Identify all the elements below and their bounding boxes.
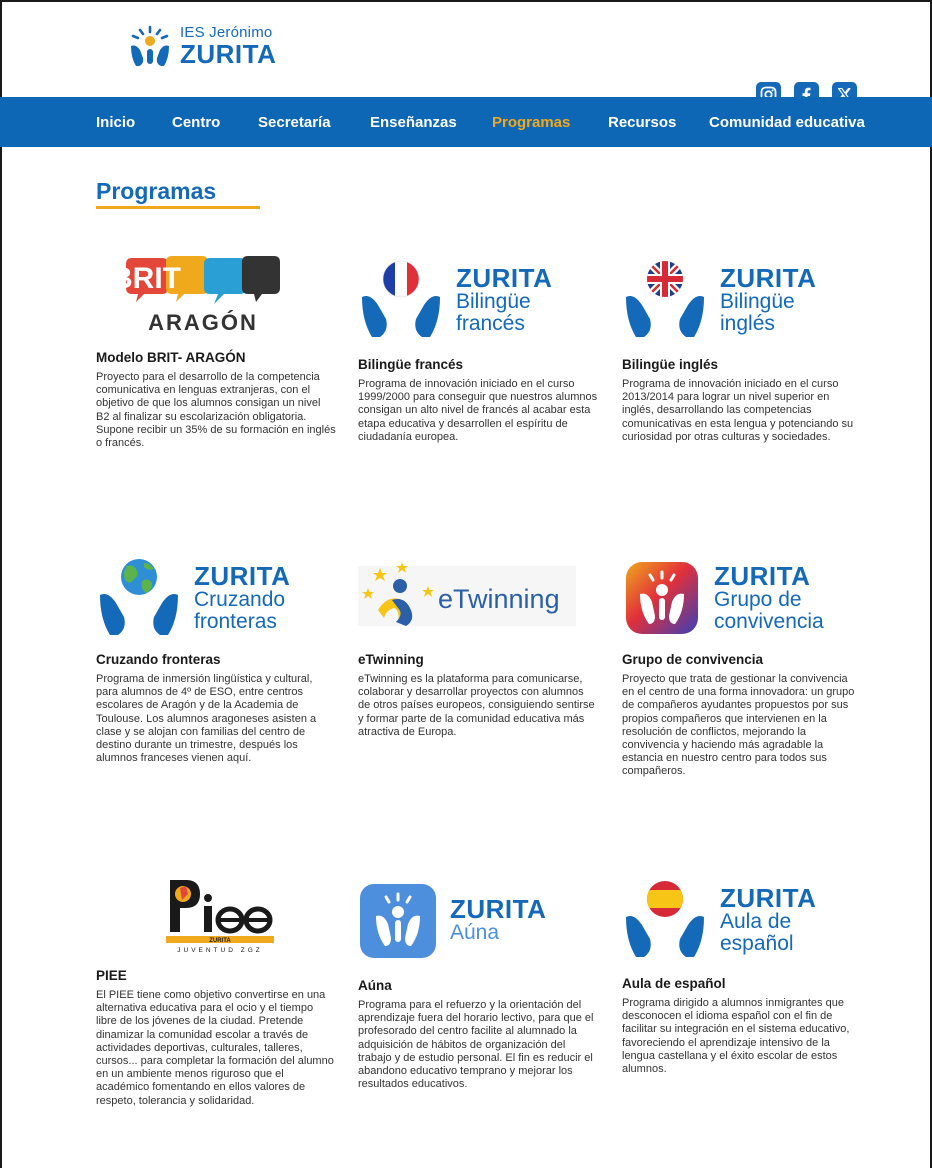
- globe-hands-icon: [100, 559, 178, 635]
- piee-logo-icon: ZURITA JUVENTUD ZGZ: [166, 880, 274, 954]
- nav-item-secretaria[interactable]: Secretaría: [258, 114, 331, 131]
- logo-line-2: francés: [456, 312, 525, 335]
- grupo-convivencia-logo[interactable]: ZURITA Grupo de convivencia: [622, 548, 862, 648]
- aragon-text: ARAGÓN: [148, 310, 258, 335]
- card-title: eTwinning: [358, 652, 424, 667]
- card-title: Modelo BRIT- ARAGÓN: [96, 350, 246, 365]
- logo-school-name: IES Jerónimo: [180, 24, 273, 41]
- logo-brand: ZURITA: [450, 894, 547, 924]
- card-description: Programa dirigido a alumnos inmigrantes …: [622, 997, 850, 1076]
- nav-item-ensenanzas[interactable]: Enseñanzas: [370, 114, 457, 131]
- logo-line-2: español: [720, 932, 794, 955]
- program-card-etwinning: eTwinning eTwinning eTwinning es la plat…: [358, 548, 598, 739]
- logo-line-2: convivencia: [714, 610, 824, 633]
- nav-item-comunidad-educativa[interactable]: Comunidad educativa: [709, 114, 865, 131]
- logo-line-1: Aula de: [720, 910, 792, 933]
- logo-brand: ZURITA: [194, 561, 291, 591]
- logo-brand: ZURITA: [456, 263, 553, 293]
- piee-logo[interactable]: ZURITA JUVENTUD ZGZ: [96, 870, 336, 970]
- piee-brand-text: ZURITA: [209, 938, 231, 944]
- card-description: Proyecto que trata de gestionar la convi…: [622, 673, 855, 778]
- bilingue-ingles-logo[interactable]: ZURITA Bilingüe inglés: [622, 250, 862, 350]
- title-underline: [96, 206, 260, 209]
- piee-tagline-text: JUVENTUD ZGZ: [177, 947, 262, 954]
- main-navigation: Inicio Centro Secretaría Enseñanzas Prog…: [0, 97, 932, 147]
- logo-brand: ZURITA: [720, 263, 817, 293]
- logo-line-2: fronteras: [194, 610, 277, 633]
- program-card-aula-espanol: ZURITA Aula de español Aula de español P…: [622, 870, 862, 1076]
- program-card-brit: BRIT ARAGÓN Modelo BRIT- ARAGÓN Proyecto…: [96, 250, 336, 450]
- card-title: Grupo de convivencia: [622, 652, 764, 667]
- nav-item-programas[interactable]: Programas: [492, 114, 570, 131]
- logo-brand: ZURITA: [720, 883, 817, 913]
- logo-line-1: Bilingüe: [720, 290, 795, 313]
- cruzando-fronteras-logo[interactable]: ZURITA Cruzando fronteras: [96, 548, 336, 648]
- card-description: Programa de innovación iniciado en el cu…: [358, 378, 598, 443]
- brit-aragon-logo[interactable]: BRIT ARAGÓN: [96, 250, 336, 350]
- card-title: Aula de español: [622, 976, 726, 991]
- logo-line-2: inglés: [720, 312, 775, 335]
- bilingue-frances-logo[interactable]: ZURITA Bilingüe francés: [358, 250, 598, 350]
- logo-line-1: Cruzando: [194, 588, 286, 611]
- card-title: PIEE: [96, 968, 127, 983]
- auna-app-icon: [360, 884, 436, 958]
- page-title: Programas: [96, 178, 217, 204]
- brit-text: BRIT: [111, 262, 181, 295]
- nav-item-recursos[interactable]: Recursos: [608, 114, 676, 131]
- logo-line-1: Bilingüe: [456, 290, 531, 313]
- program-card-bilingue-ingles: ZURITA Bilingüe inglés Bilingüe inglés P…: [622, 250, 862, 444]
- zurita-logo-icon: [131, 25, 169, 66]
- uk-flag-hands-icon: [626, 261, 704, 337]
- logo-line-1: Aúna: [450, 921, 500, 944]
- card-title: Aúna: [358, 978, 392, 993]
- site-logo[interactable]: IES Jerónimo ZURITA: [128, 24, 276, 68]
- card-description: Programa de innovación iniciado en el cu…: [622, 378, 854, 443]
- program-card-auna: ZURITA Aúna Aúna Programa para el refuer…: [358, 870, 598, 1091]
- card-title: Cruzando fronteras: [96, 652, 221, 667]
- card-description: Programa de inmersión lingüística y cult…: [96, 673, 317, 765]
- etwinning-logo-icon: eTwinning: [358, 562, 576, 626]
- program-card-bilingue-frances: ZURITA Bilingüe francés Bilingüe francés…: [358, 250, 598, 444]
- card-description: Proyecto para el desarrollo de la compet…: [96, 371, 336, 450]
- auna-logo[interactable]: ZURITA Aúna: [358, 870, 598, 970]
- program-card-grupo-convivencia: ZURITA Grupo de convivencia Grupo de con…: [622, 548, 862, 779]
- french-flag-hands-icon: [362, 260, 440, 337]
- card-description: eTwinning es la plataforma para comunica…: [358, 673, 595, 738]
- nav-item-centro[interactable]: Centro: [172, 114, 220, 131]
- etwinning-logo[interactable]: eTwinning: [358, 548, 598, 648]
- card-description: El PIEE tiene como objetivo convertirse …: [96, 989, 334, 1107]
- nav-item-inicio[interactable]: Inicio: [96, 114, 135, 131]
- convivencia-app-icon: [626, 562, 698, 634]
- etwinning-text: eTwinning: [438, 584, 560, 614]
- logo-brand: ZURITA: [180, 39, 277, 69]
- logo-brand: ZURITA: [714, 561, 811, 591]
- card-title: Bilingüe inglés: [622, 357, 719, 372]
- spain-flag-hands-icon: [626, 881, 704, 957]
- card-title: Bilingüe francés: [358, 357, 464, 372]
- brit-aragon-logo-icon: BRIT ARAGÓN: [111, 256, 280, 335]
- site-header: IES Jerónimo ZURITA: [0, 0, 932, 107]
- program-card-piee: ZURITA JUVENTUD ZGZ PIEE El PIEE tiene c…: [96, 870, 336, 1108]
- program-card-cruzando-fronteras: ZURITA Cruzando fronteras Cruzando front…: [96, 548, 336, 765]
- logo-line-1: Grupo de: [714, 588, 802, 611]
- aula-espanol-logo[interactable]: ZURITA Aula de español: [622, 870, 862, 970]
- card-description: Programa para el refuerzo y la orientaci…: [358, 999, 594, 1091]
